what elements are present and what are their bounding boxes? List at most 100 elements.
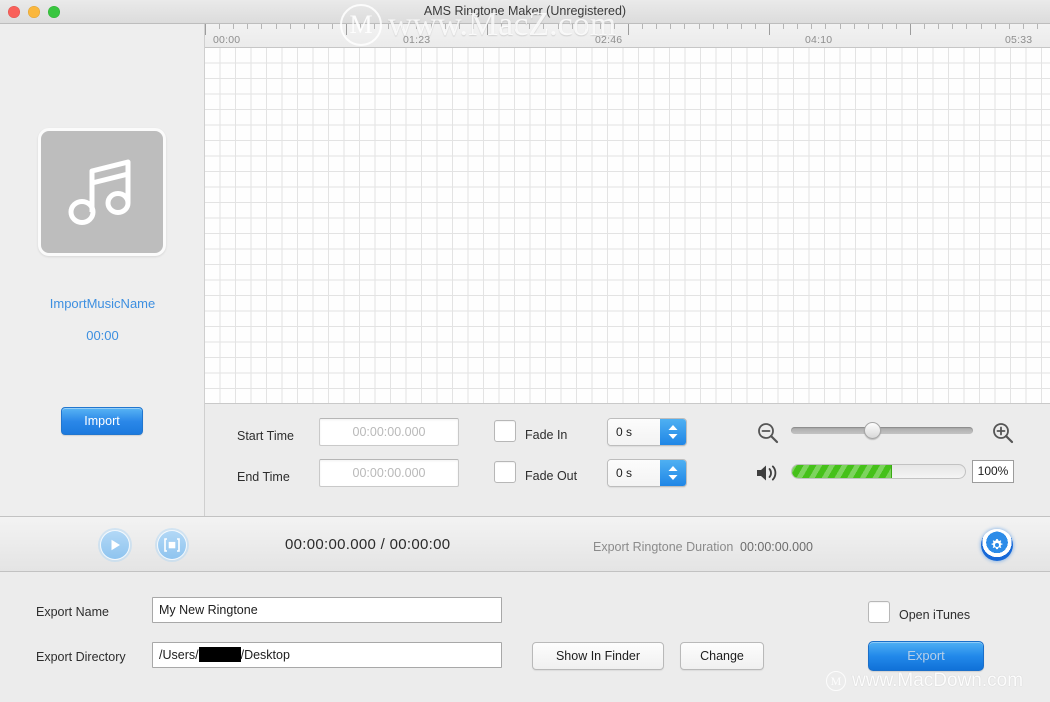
timeline-ruler[interactable]: 00:00 01:23 02:46 04:10 05:33 — [205, 24, 1050, 48]
waveform-canvas[interactable] — [205, 48, 1050, 404]
ruler-tick — [825, 24, 826, 29]
volume-percent-field[interactable]: 100% — [972, 460, 1014, 483]
ruler-tick — [966, 24, 967, 29]
fade-in-value: 0 s — [608, 419, 662, 445]
ruler-tick — [247, 24, 248, 29]
music-note-icon — [68, 159, 131, 225]
ruler-tick — [995, 24, 996, 29]
ruler-tick — [473, 24, 474, 29]
ruler-tick — [840, 24, 841, 29]
ruler-tick — [445, 24, 446, 29]
volume-bar-fill — [792, 465, 893, 478]
export-directory-field[interactable]: /Users/ /Desktop — [152, 642, 502, 668]
ruler-tick — [896, 24, 897, 29]
ruler-tick — [558, 24, 559, 29]
export-name-field[interactable] — [152, 597, 502, 623]
show-in-finder-button[interactable]: Show In Finder — [532, 642, 664, 670]
ruler-tick — [854, 24, 855, 29]
edit-panel: Start Time End Time Fade In 0 s Fade Out… — [205, 404, 1050, 516]
ruler-tick — [332, 24, 333, 29]
fade-out-stepper[interactable]: 0 s — [607, 459, 687, 487]
gear-icon — [991, 539, 1003, 550]
ruler-tick — [670, 24, 671, 29]
import-button[interactable]: Import — [61, 407, 143, 435]
ruler-tick — [346, 24, 347, 35]
fade-in-checkbox[interactable] — [494, 420, 516, 442]
zoom-slider-track[interactable] — [791, 427, 973, 434]
music-name-label: ImportMusicName — [49, 296, 156, 311]
end-time-input[interactable] — [320, 460, 458, 486]
fade-out-checkbox[interactable] — [494, 461, 516, 483]
export-directory-prefix: /Users/ — [159, 648, 199, 662]
ruler-tick — [487, 24, 488, 35]
ruler-tick — [586, 24, 587, 29]
start-time-label: Start Time — [237, 429, 294, 443]
app-window: AMS Ringtone Maker (Unregistered) Import… — [0, 0, 1050, 702]
ruler-tick — [981, 24, 982, 29]
stop-button[interactable] — [157, 530, 187, 560]
fade-in-stepper-arrows[interactable] — [660, 419, 686, 445]
title-bar: AMS Ringtone Maker (Unregistered) — [0, 0, 1050, 24]
ruler-tick — [684, 24, 685, 29]
export-name-label: Export Name — [36, 605, 109, 619]
ruler-tick — [1023, 24, 1024, 29]
ruler-tick — [628, 24, 629, 35]
ruler-tick — [572, 24, 573, 29]
open-itunes-label: Open iTunes — [899, 608, 971, 622]
start-time-input[interactable] — [320, 419, 458, 445]
export-panel: Export Name Export Directory /Users/ /Des… — [0, 572, 1050, 702]
end-time-label: End Time — [237, 470, 290, 484]
ruler-tick — [374, 24, 375, 29]
ruler-tick — [741, 24, 742, 29]
ruler-tick — [205, 24, 206, 35]
ruler-tick — [614, 24, 615, 29]
zoom-in-icon[interactable] — [991, 421, 1015, 445]
ruler-tick — [727, 24, 728, 29]
ruler-tick — [882, 24, 883, 29]
ruler-tick — [938, 24, 939, 29]
export-duration-label: Export Ringtone Duration — [593, 540, 734, 554]
ruler-label-2: 02:46 — [595, 34, 623, 46]
ruler-tick — [318, 24, 319, 29]
sidebar: ImportMusicName 00:00 Import — [0, 24, 205, 516]
redacted-username — [198, 647, 241, 662]
end-time-field[interactable] — [319, 459, 459, 487]
settings-button[interactable] — [981, 529, 1013, 561]
open-itunes-checkbox[interactable] — [868, 601, 890, 623]
zoom-slider-thumb[interactable] — [864, 422, 881, 439]
ruler-tick — [543, 24, 544, 29]
ruler-tick — [755, 24, 756, 29]
album-artwork-placeholder[interactable] — [38, 128, 166, 256]
ruler-tick — [431, 24, 432, 29]
ruler-label-4: 05:33 — [1005, 34, 1033, 46]
zoom-out-icon[interactable] — [756, 421, 780, 445]
fade-out-stepper-arrows[interactable] — [660, 460, 686, 486]
ruler-tick — [276, 24, 277, 29]
ruler-tick — [769, 24, 770, 35]
window-title: AMS Ringtone Maker (Unregistered) — [423, 4, 627, 18]
music-duration-label: 00:00 — [86, 328, 119, 343]
transport-bar: 00:00:00.000 / 00:00:00 Export Ringtone … — [0, 516, 1050, 572]
ruler-tick — [699, 24, 700, 29]
export-button[interactable]: Export — [868, 641, 984, 671]
fade-in-label: Fade In — [525, 428, 568, 442]
playback-time-display: 00:00:00.000 / 00:00:00 — [285, 536, 451, 553]
export-name-input[interactable] — [153, 598, 501, 622]
ruler-tick — [360, 24, 361, 29]
speaker-icon[interactable] — [755, 462, 781, 484]
fade-out-value: 0 s — [608, 460, 662, 486]
ruler-tick — [713, 24, 714, 29]
ruler-tick — [811, 24, 812, 29]
ruler-tick — [910, 24, 911, 35]
chevron-updown-icon — [668, 425, 678, 439]
ruler-tick — [1009, 24, 1010, 29]
ruler-tick — [952, 24, 953, 29]
change-button[interactable]: Change — [680, 642, 764, 670]
play-button[interactable] — [100, 530, 130, 560]
start-time-field[interactable] — [319, 418, 459, 446]
volume-bar[interactable] — [791, 464, 966, 479]
fade-in-stepper[interactable]: 0 s — [607, 418, 687, 446]
ruler-tick — [290, 24, 291, 29]
ruler-label-3: 04:10 — [805, 34, 833, 46]
ruler-tick — [233, 24, 234, 29]
